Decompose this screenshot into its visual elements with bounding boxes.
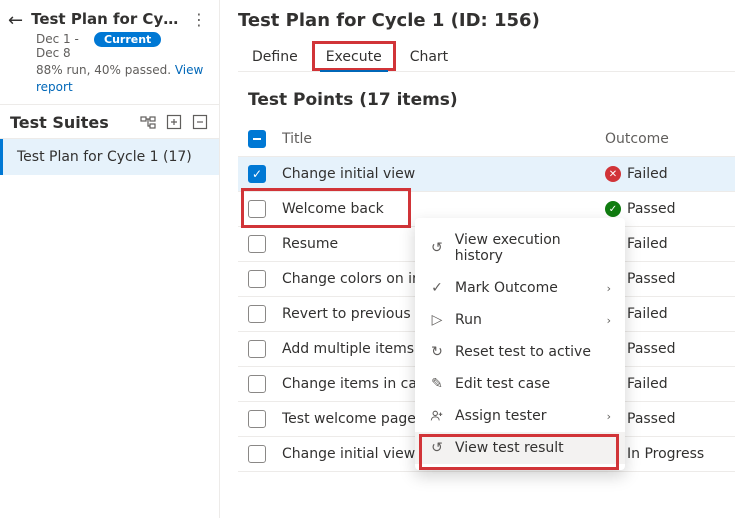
row-checkbox[interactable] (248, 305, 266, 323)
more-icon[interactable]: ⋮ (189, 10, 209, 29)
passed-icon: ✓ (605, 201, 621, 217)
add-suite-icon[interactable] (165, 113, 183, 131)
tab-define[interactable]: Define (238, 41, 312, 71)
plan-title: Test Plan for Cycle (31, 10, 181, 28)
back-arrow-icon[interactable]: ← (8, 10, 23, 30)
row-checkbox[interactable] (248, 410, 266, 428)
chevron-right-icon: › (607, 410, 611, 423)
check-icon: ✓ (429, 280, 445, 296)
row-checkbox[interactable] (248, 375, 266, 393)
failed-icon: ✕ (605, 166, 621, 182)
section-title: Test Points (17 items) (238, 72, 735, 122)
grid-header: Title Outcome (238, 122, 735, 157)
col-outcome: Outcome (605, 131, 725, 147)
collapse-suite-icon[interactable] (191, 113, 209, 131)
history-icon: ↺ (429, 240, 445, 256)
select-all-checkbox[interactable] (248, 130, 266, 148)
run-stats: 88% run, 40% passed. (36, 63, 175, 77)
row-outcome: ✓Passed (605, 201, 725, 217)
row-checkbox[interactable] (248, 235, 266, 253)
menu-view-result[interactable]: ↺ View test result (415, 432, 625, 464)
menu-run[interactable]: ▷ Run › (415, 304, 625, 336)
history-icon: ↺ (429, 440, 445, 456)
reset-icon: ↻ (429, 344, 445, 360)
date-range: Dec 1 - Dec 8 (36, 32, 86, 60)
tab-execute[interactable]: Execute (312, 41, 396, 71)
context-menu: ↺ View execution history ✓ Mark Outcome … (415, 218, 625, 470)
chevron-right-icon: › (607, 314, 611, 327)
sidebar: ← Test Plan for Cycle ⋮ Dec 1 - Dec 8 Cu… (0, 0, 220, 518)
table-row[interactable]: ✓ Change initial view✕Failed (238, 157, 735, 192)
row-title: Change initial view (282, 166, 605, 182)
row-checkbox[interactable] (248, 270, 266, 288)
menu-view-history[interactable]: ↺ View execution history (415, 224, 625, 272)
suite-item[interactable]: Test Plan for Cycle 1 (17) (0, 139, 219, 175)
row-title: Welcome back (282, 201, 605, 217)
pencil-icon: ✎ (429, 376, 445, 392)
row-checkbox[interactable] (248, 445, 266, 463)
chevron-right-icon: › (607, 282, 611, 295)
tab-chart[interactable]: Chart (396, 41, 462, 71)
suites-tree-icon[interactable] (139, 113, 157, 131)
row-outcome: ✕Failed (605, 166, 725, 182)
row-checkbox[interactable]: ✓ (248, 165, 266, 183)
page-title: Test Plan for Cycle 1 (ID: 156) (238, 6, 735, 41)
tabs: Define Execute Chart (238, 41, 735, 72)
col-title: Title (282, 131, 605, 147)
menu-edit[interactable]: ✎ Edit test case (415, 368, 625, 400)
menu-mark-outcome[interactable]: ✓ Mark Outcome › (415, 272, 625, 304)
menu-reset[interactable]: ↻ Reset test to active (415, 336, 625, 368)
current-badge: Current (94, 32, 161, 47)
play-icon: ▷ (429, 312, 445, 328)
person-icon (429, 409, 445, 423)
test-suites-header: Test Suites (10, 113, 131, 132)
menu-assign[interactable]: Assign tester › (415, 400, 625, 432)
row-checkbox[interactable] (248, 340, 266, 358)
row-checkbox[interactable] (248, 200, 266, 218)
